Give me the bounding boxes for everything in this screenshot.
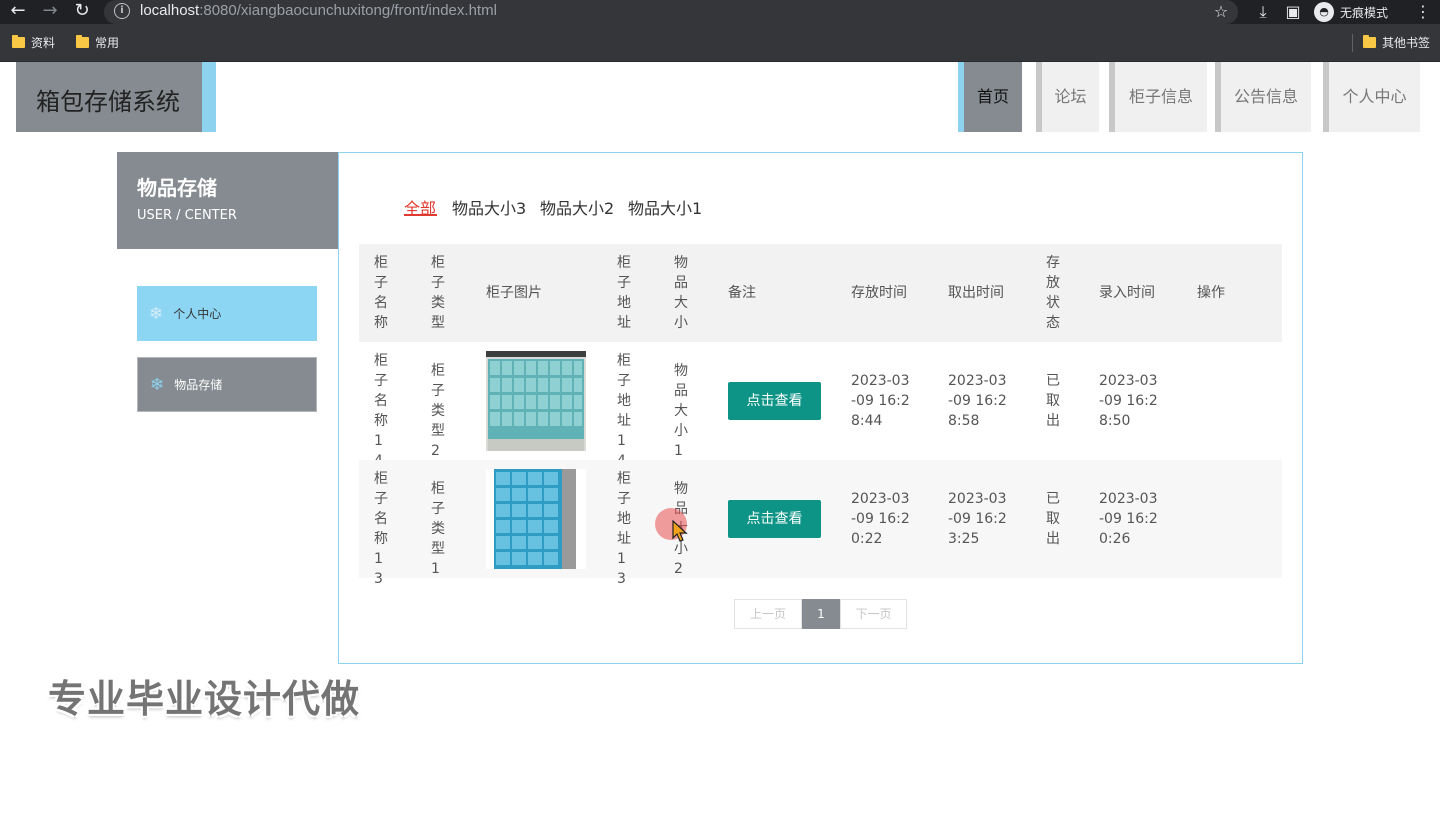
download-icon[interactable]: ⤓ (1252, 0, 1274, 24)
side-panel-icon[interactable]: ▣ (1282, 0, 1304, 24)
locker-image[interactable] (486, 469, 586, 569)
filter-size-2[interactable]: 物品大小2 (540, 195, 614, 219)
th-locker-address: 柜子地址 (617, 255, 631, 331)
mouse-cursor-icon (672, 520, 688, 542)
site-logo[interactable]: 箱包存储系统 (36, 82, 180, 117)
cell-entry-time: 2023-03-09 16:20:26 (1099, 491, 1158, 547)
forward-icon[interactable]: → (38, 0, 62, 24)
bookmark-label: 常用 (95, 36, 120, 50)
sidebar-subtitle: USER / CENTER (137, 208, 237, 223)
cell-take-time: 2023-03-09 16:28:58 (948, 373, 1007, 429)
cell-store-time: 2023-03-09 16:28:44 (851, 373, 910, 429)
bookmarks-bar (0, 24, 1440, 62)
th-locker-image: 柜子图片 (486, 285, 542, 301)
locker-image[interactable] (486, 351, 586, 451)
nav-forum[interactable]: 论坛 (1036, 62, 1099, 132)
next-page-button[interactable]: 下一页 (840, 599, 907, 629)
cell-locker-address: 柜子地址14 (617, 353, 631, 469)
watermark-text: 专业毕业设计代做 (48, 677, 361, 721)
snowflake-icon: ❄ (150, 374, 165, 395)
sidebar-item-user-center[interactable]: ❄ 个人中心 (137, 286, 317, 341)
folder-icon (12, 35, 25, 48)
filter-size-3[interactable]: 物品大小3 (452, 195, 526, 219)
nav-locker-info[interactable]: 柜子信息 (1109, 62, 1207, 132)
folder-icon (1363, 35, 1376, 48)
view-remark-button[interactable]: 点击查看 (728, 382, 821, 420)
bookmark-label: 其他书签 (1382, 36, 1431, 50)
cell-store-time: 2023-03-09 16:20:22 (851, 491, 910, 547)
address-bar[interactable]: i localhost:8080/xiangbaocunchuxitong/fr… (104, 0, 1238, 24)
snowflake-icon: ❄ (149, 303, 164, 324)
th-remark: 备注 (728, 285, 756, 301)
view-remark-button[interactable]: 点击查看 (728, 500, 821, 538)
nav-user-center[interactable]: 个人中心 (1323, 62, 1420, 132)
th-locker-type: 柜子类型 (431, 255, 445, 331)
cell-locker-name: 柜子名称14 (374, 353, 388, 469)
prev-page-button[interactable]: 上一页 (734, 599, 802, 629)
incognito-icon: ◓ (1314, 2, 1334, 22)
page-number-current[interactable]: 1 (802, 599, 840, 629)
cell-locker-type: 柜子类型1 (431, 481, 445, 577)
filter-active-underline (404, 214, 437, 216)
cell-item-size: 物品大小1 (674, 363, 688, 459)
back-icon[interactable]: ← (6, 0, 30, 24)
th-item-size: 物品大小 (674, 255, 688, 331)
incognito-label: 无痕模式 (1340, 5, 1389, 20)
site-info-icon[interactable]: i (114, 3, 130, 19)
locker-photo-teal (486, 351, 586, 451)
bookmark-label: 资料 (31, 36, 56, 50)
cell-status: 已取出 (1046, 373, 1060, 429)
url-text[interactable]: localhost:8080/xiangbaocunchuxitong/fron… (140, 2, 497, 19)
other-bookmarks[interactable]: 其他书签 (1363, 34, 1430, 51)
bookmark-folder-1[interactable]: 资料 (12, 34, 55, 51)
cell-entry-time: 2023-03-09 16:28:50 (1099, 373, 1158, 429)
th-store-time: 存放时间 (851, 285, 907, 301)
incognito-indicator[interactable]: ◓ 无痕模式 (1314, 1, 1388, 23)
cell-status: 已取出 (1046, 491, 1060, 547)
filter-size-1[interactable]: 物品大小1 (628, 195, 702, 219)
th-status: 存放状态 (1046, 255, 1060, 331)
browser-menu-icon[interactable]: ⋮ (1412, 0, 1434, 24)
sidebar-item-label: 个人中心 (173, 307, 222, 321)
cell-take-time: 2023-03-09 16:23:25 (948, 491, 1007, 547)
cell-locker-address: 柜子地址13 (617, 471, 631, 587)
reload-icon[interactable]: ↻ (70, 0, 94, 24)
nav-announcements[interactable]: 公告信息 (1215, 62, 1311, 132)
sidebar-title: 物品存储 (137, 176, 217, 200)
th-actions: 操作 (1197, 285, 1225, 301)
sidebar-item-item-storage[interactable]: ❄ 物品存储 (137, 357, 317, 412)
th-take-time: 取出时间 (948, 285, 1004, 301)
bookmark-separator (1352, 34, 1353, 52)
th-locker-name: 柜子名称 (374, 255, 388, 331)
folder-icon (76, 35, 89, 48)
bookmark-folder-2[interactable]: 常用 (76, 34, 119, 51)
logo-accent-bar (202, 62, 216, 132)
bookmark-star-icon[interactable]: ☆ (1210, 0, 1232, 24)
cell-locker-name: 柜子名称13 (374, 471, 388, 587)
browser-toolbar: ← → ↻ i localhost:8080/xiangbaocunchuxit… (0, 0, 1440, 24)
sidebar-item-label: 物品存储 (174, 378, 223, 392)
th-entry-time: 录入时间 (1099, 285, 1155, 301)
cell-locker-type: 柜子类型2 (431, 363, 445, 459)
locker-photo-blue (486, 469, 586, 569)
nav-home[interactable]: 首页 (958, 62, 1022, 132)
